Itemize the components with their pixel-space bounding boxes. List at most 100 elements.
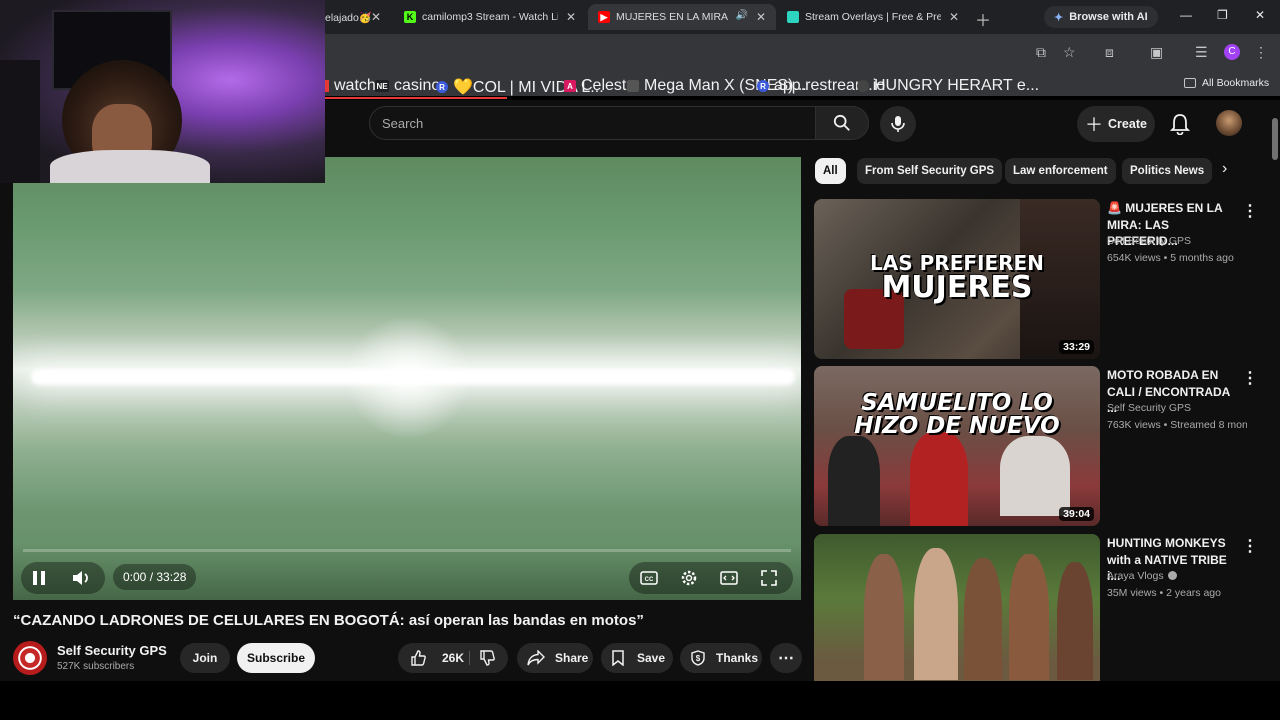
celeste-icon: A <box>564 80 576 92</box>
join-button[interactable]: Join <box>180 643 230 673</box>
tab-1[interactable]: elajado🥳 ✕ <box>325 6 385 28</box>
video-thumbnail[interactable]: SAMUELITO LO HIZO DE NUEVO 39:04 <box>814 366 1100 526</box>
more-actions-button[interactable]: ⋯ <box>770 643 802 673</box>
browse-with-ai-button[interactable]: ✦ Browse with AI <box>1044 6 1158 28</box>
tab-3-active[interactable]: ▶ MUJERES EN LA MIRA 🔊 ✕ <box>588 4 776 30</box>
more-vertical-icon[interactable]: ⋮ <box>1242 368 1258 388</box>
bookmark-casino[interactable]: NE casino <box>375 77 440 95</box>
close-icon[interactable]: ✕ <box>566 10 576 24</box>
new-tab-icon[interactable]: ＋ <box>975 7 991 31</box>
chip-law-enforcement[interactable]: Law enforcement <box>1005 158 1116 184</box>
tab-2[interactable]: K camilomp3 Stream - Watch Li ✕ <box>404 6 580 28</box>
create-button[interactable]: ＋ Create <box>1077 106 1155 142</box>
recommendation-item[interactable]: HUNTING MONKEYS with a NATIVE TRIBE i...… <box>814 534 1258 696</box>
bookmark-hungry-herart[interactable]: HUNGRY HERART e... <box>857 77 1039 95</box>
window-close-icon[interactable]: ✕ <box>1255 8 1265 22</box>
thanks-button[interactable]: $ Thanks <box>680 643 762 673</box>
thumbnail-person <box>864 554 904 680</box>
dislike-button[interactable] <box>472 643 502 673</box>
chevron-right-icon[interactable]: › <box>1222 160 1227 178</box>
pause-icon <box>33 571 45 585</box>
channel-name[interactable]: Self Security GPS <box>1107 402 1191 414</box>
theater-icon <box>720 571 738 585</box>
bookmark-celeste[interactable]: A Celeste <box>564 77 635 95</box>
tab-4[interactable]: Stream Overlays | Free & Pre ✕ <box>787 6 963 28</box>
bookmark-label: watch <box>334 77 376 94</box>
thumbnail-person <box>828 436 880 526</box>
sparkle-icon: ✦ <box>1054 11 1064 24</box>
maximize-icon[interactable]: ❐ <box>1217 8 1228 22</box>
chip-politics-news[interactable]: Politics News <box>1122 158 1213 184</box>
tab-title: elajado🥳 <box>325 11 372 24</box>
share-button[interactable]: Share <box>517 643 593 673</box>
profile-avatar[interactable]: C <box>1224 44 1240 60</box>
tab-title: camilomp3 Stream - Watch Li <box>422 11 558 23</box>
page-scrollbar[interactable] <box>1270 100 1280 680</box>
theater-mode-button[interactable] <box>717 566 741 590</box>
voice-search-button[interactable] <box>880 106 916 142</box>
close-icon[interactable]: ✕ <box>371 10 381 24</box>
save-button[interactable]: Save <box>601 643 673 673</box>
channel-name[interactable]: Self Security GPS <box>1107 235 1191 247</box>
video-thumbnail[interactable] <box>814 534 1100 694</box>
channel-avatar[interactable] <box>13 641 47 675</box>
thumbnail-person <box>1009 554 1049 680</box>
bookmark-icon <box>612 650 624 666</box>
minimize-icon[interactable]: — <box>1180 8 1192 22</box>
menu-icon[interactable]: ⋮ <box>1254 44 1268 61</box>
search-input[interactable]: Search <box>369 106 816 140</box>
overlays-icon <box>787 11 799 23</box>
webcam-overlay <box>0 0 325 183</box>
notifications-bell-icon[interactable] <box>1170 113 1190 135</box>
extensions-icon[interactable]: ⧈ <box>1105 44 1114 61</box>
thumbnail-person <box>910 432 968 526</box>
chip-from-channel[interactable]: From Self Security GPS <box>857 158 1003 184</box>
all-bookmarks[interactable]: All Bookmarks <box>1184 77 1269 89</box>
channel-name[interactable]: Araya Vlogs <box>1107 570 1177 582</box>
pause-button[interactable] <box>27 566 51 590</box>
recommendation-item[interactable]: LAS PREFIEREN MUJERES 33:29 🚨 MUJERES EN… <box>814 199 1258 361</box>
thanks-label: Thanks <box>716 651 759 665</box>
captions-button[interactable]: CC <box>637 566 661 590</box>
thumbnail-text: HIZO DE NUEVO <box>854 413 1060 439</box>
close-icon[interactable]: ✕ <box>756 10 766 24</box>
close-icon[interactable]: ✕ <box>949 10 959 24</box>
settings-button[interactable] <box>677 566 701 590</box>
thumbnail-person <box>1000 436 1070 516</box>
game-icon <box>627 80 639 92</box>
svg-text:$: $ <box>696 654 701 663</box>
more-horizontal-icon: ⋯ <box>778 650 794 667</box>
time-display: 0:00 / 33:28 <box>113 564 197 590</box>
subscribe-button[interactable]: Subscribe <box>237 643 315 673</box>
scrollbar-thumb[interactable] <box>1272 118 1278 160</box>
tab-title: MUJERES EN LA MIRA <box>616 11 729 23</box>
more-vertical-icon[interactable]: ⋮ <box>1242 536 1258 556</box>
speaker-icon[interactable]: 🔊 <box>736 10 748 21</box>
bookmark-watch[interactable]: watch <box>325 77 376 95</box>
fullscreen-button[interactable] <box>757 566 781 590</box>
thumbs-up-icon <box>411 650 426 666</box>
video-player[interactable]: 0:00 / 33:28 CC <box>13 157 801 600</box>
more-vertical-icon[interactable]: ⋮ <box>1242 201 1258 221</box>
video-thumbnail[interactable]: LAS PREFIEREN MUJERES 33:29 <box>814 199 1100 359</box>
folder-icon <box>1184 78 1196 88</box>
channel-name[interactable]: Self Security GPS <box>57 643 167 658</box>
recommendation-item[interactable]: SAMUELITO LO HIZO DE NUEVO 39:04 MOTO RO… <box>814 366 1258 528</box>
video-meta: 35M views • 2 years ago <box>1107 587 1221 599</box>
chip-all[interactable]: All <box>815 158 846 184</box>
bookmark-icon <box>325 80 329 92</box>
search-button[interactable] <box>815 106 869 140</box>
bookmark-star-icon[interactable]: ☆ <box>1063 44 1076 61</box>
account-avatar[interactable] <box>1216 110 1242 136</box>
channel-name-label: Araya Vlogs <box>1107 570 1164 582</box>
progress-bar[interactable] <box>23 549 791 552</box>
split-view-icon[interactable]: ▣ <box>1150 44 1163 61</box>
media-control-icon[interactable]: ☰ <box>1195 44 1208 61</box>
join-label: Join <box>192 651 218 665</box>
youtube-icon: ▶ <box>598 11 610 23</box>
like-button[interactable]: 26K <box>398 643 464 673</box>
bookmark-icon: NE <box>375 80 389 92</box>
fullscreen-icon <box>761 570 777 586</box>
install-app-icon[interactable]: ⧉ <box>1036 44 1046 61</box>
volume-button[interactable] <box>70 566 94 590</box>
